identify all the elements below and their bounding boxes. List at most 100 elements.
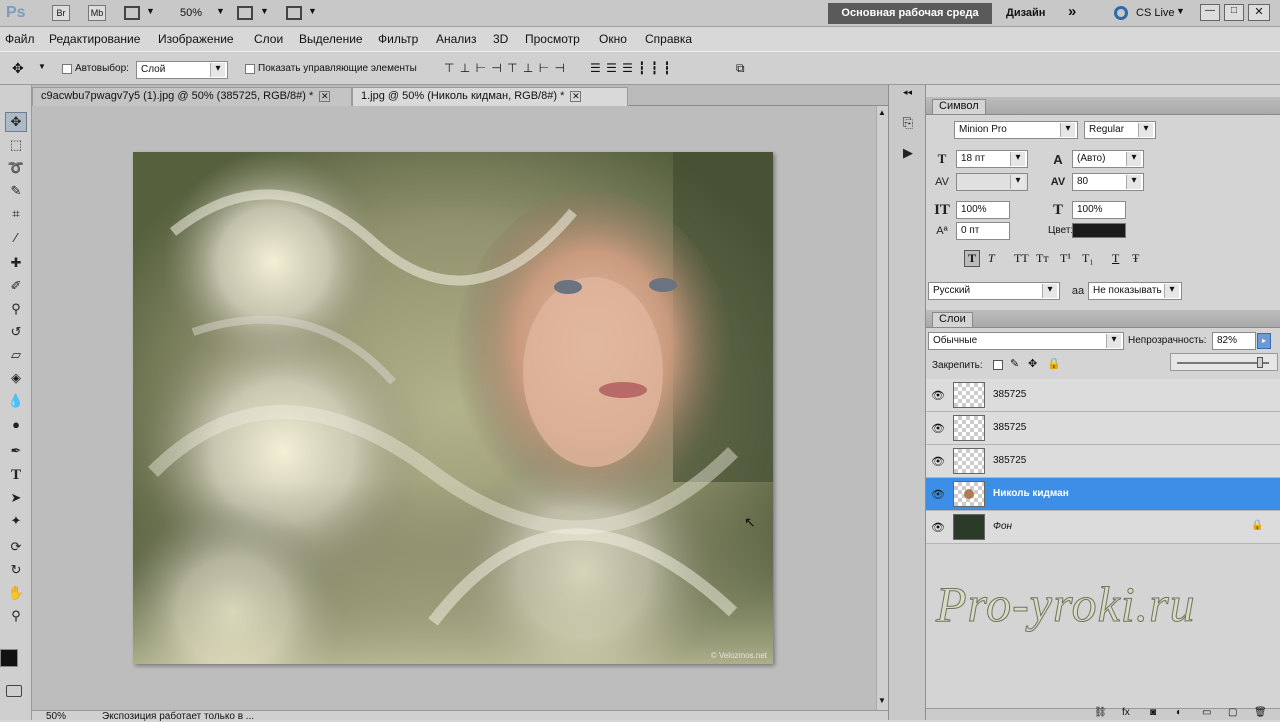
leading-field[interactable]: (Авто): [1072, 150, 1144, 168]
kerning-field[interactable]: [956, 173, 1028, 191]
lock-pixels-icon[interactable]: ✎: [1010, 357, 1019, 370]
menu-layers[interactable]: Слои: [254, 32, 283, 46]
baseline-shift-field[interactable]: 0 пт: [956, 222, 1010, 240]
opacity-slider-thumb[interactable]: [1257, 357, 1263, 368]
small-caps-button[interactable]: Tт: [1036, 251, 1049, 266]
layer-row[interactable]: 👁 385725: [926, 445, 1280, 478]
layer-style-icon[interactable]: fx: [1122, 707, 1130, 718]
history-panel-icon[interactable]: ⎘: [898, 113, 918, 133]
mini-bridge-button[interactable]: Mb: [88, 5, 106, 21]
link-layers-icon[interactable]: ⛓: [1094, 707, 1107, 718]
zoom-tool-icon[interactable]: ⚲: [5, 606, 27, 626]
character-panel-tab[interactable]: Символ: [932, 99, 986, 114]
close-window-button[interactable]: ✕: [1248, 4, 1270, 21]
close-icon[interactable]: ✕: [570, 90, 582, 102]
faux-italic-button[interactable]: T: [988, 251, 995, 266]
superscript-button[interactable]: T¹: [1060, 251, 1071, 266]
view-extras-icon[interactable]: [124, 6, 140, 20]
vertical-scale-field[interactable]: 100%: [956, 201, 1010, 219]
status-message[interactable]: Экспозиция работает только в ...: [102, 711, 254, 722]
add-mask-icon[interactable]: ◙: [1150, 707, 1156, 718]
crop-tool-icon[interactable]: ⌗: [5, 204, 27, 224]
all-caps-button[interactable]: TT: [1014, 251, 1029, 266]
tracking-field[interactable]: 80: [1072, 173, 1144, 191]
chevron-down-icon[interactable]: ▼: [260, 6, 269, 16]
eraser-tool-icon[interactable]: ▱: [5, 345, 27, 365]
dodge-tool-icon[interactable]: ●: [5, 414, 27, 434]
layer-row[interactable]: 👁 Фон 🔒: [926, 511, 1280, 544]
tab-document-2[interactable]: 1.jpg @ 50% (Николь кидман, RGB/8#) * ✕: [352, 87, 628, 106]
menu-image[interactable]: Изображение: [158, 32, 234, 46]
blur-tool-icon[interactable]: 💧: [5, 391, 27, 411]
language-select[interactable]: Русский: [928, 282, 1060, 300]
eye-icon[interactable]: 👁: [930, 519, 946, 535]
eyedropper-tool-icon[interactable]: ⁄: [5, 227, 27, 247]
eye-icon[interactable]: 👁: [930, 420, 946, 436]
arrange-documents-icon[interactable]: [237, 6, 253, 20]
move-tool-icon[interactable]: ✥: [12, 60, 24, 77]
antialias-select[interactable]: Не показывать: [1088, 282, 1182, 300]
chevron-down-icon[interactable]: ▼: [308, 6, 317, 16]
workspace-essentials-button[interactable]: Основная рабочая среда: [828, 3, 992, 24]
menu-window[interactable]: Окно: [599, 32, 627, 46]
chevron-down-icon[interactable]: ▼: [1176, 6, 1185, 16]
minimize-window-button[interactable]: —: [1200, 4, 1220, 21]
actions-panel-icon[interactable]: ▶: [898, 143, 918, 163]
font-size-field[interactable]: 18 пт: [956, 150, 1028, 168]
healing-brush-icon[interactable]: ✚: [5, 253, 27, 273]
collapse-icons-icon[interactable]: ◂◂: [903, 87, 912, 98]
opacity-field[interactable]: 82%: [1212, 332, 1256, 350]
path-select-icon[interactable]: ➤: [5, 488, 27, 508]
text-color-swatch[interactable]: [1072, 223, 1126, 238]
chevron-down-icon[interactable]: ▼: [38, 62, 46, 71]
show-transform-controls-checkbox[interactable]: [245, 64, 255, 74]
layer-row[interactable]: 👁 385725: [926, 412, 1280, 445]
chevron-down-icon[interactable]: ▼: [146, 6, 155, 16]
menu-filter[interactable]: Фильтр: [378, 32, 418, 46]
eye-icon[interactable]: 👁: [930, 486, 946, 502]
foreground-color-swatch[interactable]: [0, 649, 18, 667]
vertical-scrollbar[interactable]: ▲ ▼: [876, 106, 888, 710]
menu-3d[interactable]: 3D: [493, 32, 508, 46]
gradient-tool-icon[interactable]: ◈: [5, 368, 27, 388]
layer-row-selected[interactable]: 👁 Николь кидман: [926, 478, 1280, 511]
autoselect-checkbox[interactable]: [62, 64, 72, 74]
move-tool-icon[interactable]: ✥: [5, 112, 27, 132]
lock-transparency-icon[interactable]: [993, 360, 1003, 370]
image-canvas[interactable]: © Velozmos.net: [133, 152, 773, 664]
menu-select[interactable]: Выделение: [299, 32, 363, 46]
quick-mask-icon[interactable]: [6, 685, 22, 697]
layers-panel-tab[interactable]: Слои: [932, 312, 973, 327]
more-workspaces-icon[interactable]: »: [1068, 3, 1076, 20]
clone-stamp-icon[interactable]: ⚲: [5, 299, 27, 319]
history-brush-icon[interactable]: ↺: [5, 322, 27, 342]
subscript-button[interactable]: T₁: [1082, 251, 1094, 266]
tab-document-1[interactable]: c9acwbu7pwagv7y5 (1).jpg @ 50% (385725, …: [32, 87, 352, 106]
distribute-icons[interactable]: ☰ ☰ ☰ ┇ ┇ ┇: [590, 61, 672, 75]
autoselect-target-select[interactable]: Слой: [136, 61, 228, 79]
menu-file[interactable]: Файл: [5, 32, 35, 46]
font-style-select[interactable]: Regular: [1084, 121, 1156, 139]
pen-tool-icon[interactable]: ✒: [5, 441, 27, 461]
3d-orbit-icon[interactable]: ↻: [5, 560, 27, 580]
auto-align-icon[interactable]: ⧉: [736, 61, 745, 76]
underline-button[interactable]: T: [1112, 251, 1119, 266]
chevron-down-icon[interactable]: ▼: [216, 6, 225, 16]
align-top-icon[interactable]: ⊤ ⊥ ⊢ ⊣ ⊤ ⊥ ⊢ ⊣: [444, 61, 566, 75]
hand-tool-icon[interactable]: ✋: [5, 583, 27, 603]
brush-tool-icon[interactable]: ✐: [5, 276, 27, 296]
zoom-level[interactable]: 50%: [180, 7, 202, 19]
lock-position-icon[interactable]: ✥: [1028, 357, 1037, 370]
opacity-slider-button[interactable]: ▸: [1257, 333, 1271, 349]
3d-rotate-icon[interactable]: ⟳: [5, 537, 27, 557]
menu-help[interactable]: Справка: [645, 32, 692, 46]
lock-all-icon[interactable]: 🔒: [1047, 357, 1061, 370]
scroll-up-icon[interactable]: ▲: [878, 108, 886, 117]
horizontal-scale-field[interactable]: 100%: [1072, 201, 1126, 219]
shape-tool-icon[interactable]: ✦: [5, 511, 27, 531]
new-group-icon[interactable]: ▭: [1202, 707, 1211, 718]
eye-icon[interactable]: 👁: [930, 453, 946, 469]
menu-view[interactable]: Просмотр: [525, 32, 580, 46]
workspace-design-button[interactable]: Дизайн: [1006, 7, 1045, 19]
trash-icon[interactable]: 🗑: [1254, 707, 1267, 718]
